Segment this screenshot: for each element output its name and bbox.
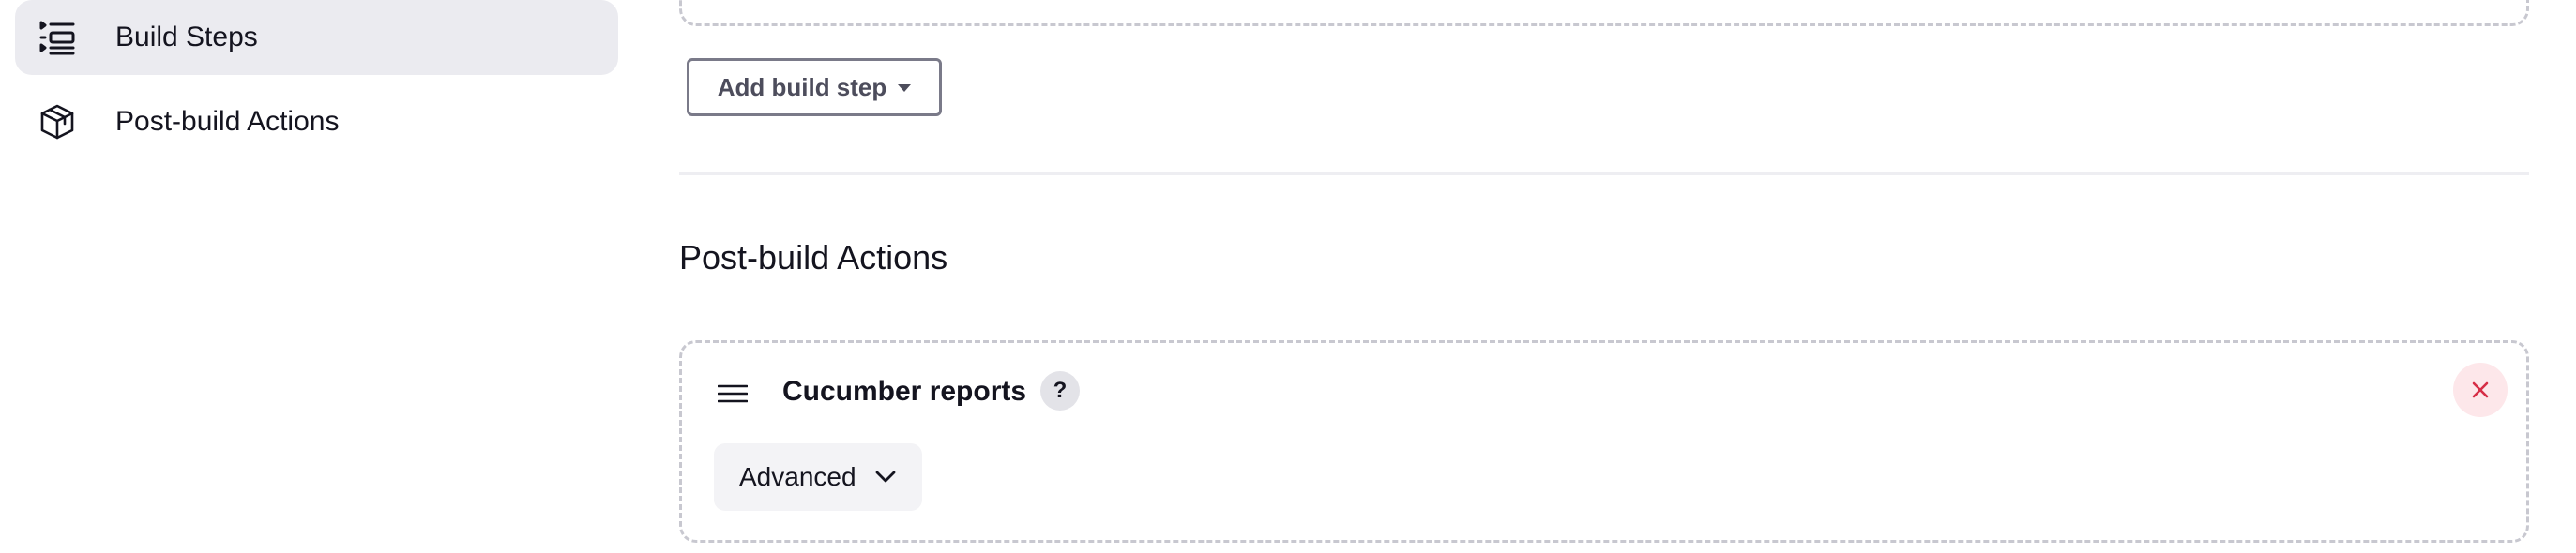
help-icon[interactable]: ? [1040,371,1080,411]
caret-down-icon [898,84,912,92]
sidebar-item-label: Post-build Actions [115,106,340,137]
list-steps-icon [38,19,76,56]
sidebar-item-build-steps[interactable]: Build Steps [15,0,618,75]
chevron-down-icon [875,471,896,484]
close-icon[interactable] [2453,363,2508,417]
advanced-button[interactable]: Advanced [714,443,922,511]
post-build-actions-heading: Post-build Actions [679,238,948,276]
card-title: Cucumber reports [782,376,1027,407]
advanced-label: Advanced [739,462,856,491]
sidebar: Build Steps Post-build Actions [15,0,618,159]
cucumber-reports-card: Cucumber reports ? Advanced [679,340,2529,543]
add-build-step-label: Add build step [717,72,887,101]
sidebar-item-label: Build Steps [115,22,258,52]
sidebar-item-post-build-actions[interactable]: Post-build Actions [15,84,618,159]
add-build-step-button[interactable]: Add build step [687,58,942,116]
build-steps-container [679,0,2529,26]
package-icon [38,103,76,141]
section-divider [679,172,2529,175]
drag-handle-icon[interactable] [717,384,749,403]
page: Build Steps Post-build Actions Add build… [0,0,2576,553]
